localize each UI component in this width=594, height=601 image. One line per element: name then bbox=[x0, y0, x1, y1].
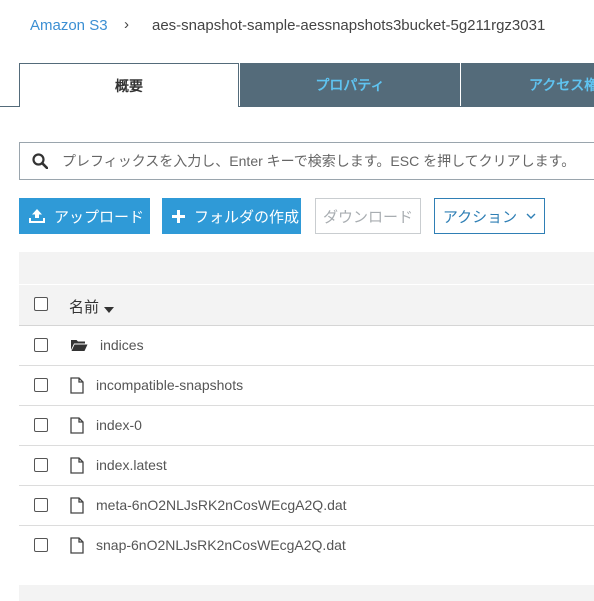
sort-down-icon bbox=[104, 300, 115, 317]
file-name-link[interactable]: index.latest bbox=[96, 457, 167, 473]
actions-dropdown-label: アクション bbox=[442, 208, 518, 226]
tabbar-divider bbox=[238, 106, 594, 107]
table-row: snap-6nO2NLJsRK2nCosWEcgA2Q.dat bbox=[19, 526, 594, 566]
file-name-link[interactable]: incompatible-snapshots bbox=[96, 377, 243, 393]
create-folder-button-label: フォルダの作成 bbox=[194, 208, 300, 226]
upload-button[interactable]: アップロード bbox=[19, 198, 150, 234]
select-all-checkbox[interactable] bbox=[34, 297, 48, 311]
tabbar-divider bbox=[0, 106, 19, 107]
upload-button-label: アップロード bbox=[54, 208, 145, 226]
row-checkbox[interactable] bbox=[34, 338, 48, 352]
create-folder-button[interactable]: フォルダの作成 bbox=[162, 198, 301, 234]
table-footer-band bbox=[19, 585, 594, 601]
row-checkbox[interactable] bbox=[34, 458, 48, 472]
table-row: meta-6nO2NLJsRK2nCosWEcgA2Q.dat bbox=[19, 486, 594, 526]
name-column-header[interactable]: 名前 bbox=[69, 296, 115, 317]
breadcrumb: Amazon S3 › aes-snapshot-sample-aessnaps… bbox=[0, 0, 594, 54]
search-box bbox=[19, 142, 594, 180]
search-input[interactable] bbox=[62, 143, 594, 179]
table-toolbar-band bbox=[19, 252, 594, 284]
search-icon bbox=[32, 153, 49, 170]
file-icon bbox=[70, 537, 84, 559]
tab-permissions[interactable]: アクセス権限 bbox=[461, 63, 594, 106]
file-name-link[interactable]: index-0 bbox=[96, 417, 142, 433]
tab-properties[interactable]: プロパティ bbox=[240, 63, 460, 106]
chevron-right-icon: › bbox=[124, 16, 129, 33]
file-name-link[interactable]: snap-6nO2NLJsRK2nCosWEcgA2Q.dat bbox=[96, 537, 346, 553]
chevron-down-icon bbox=[526, 213, 536, 220]
row-checkbox[interactable] bbox=[34, 418, 48, 432]
table-row: index-0 bbox=[19, 406, 594, 446]
table-row: indices bbox=[19, 326, 594, 366]
file-icon bbox=[70, 417, 84, 439]
file-icon bbox=[70, 497, 84, 519]
tab-overview[interactable]: 概要 bbox=[19, 63, 239, 107]
object-list: indices incompatible-snapshots index-0 i… bbox=[19, 326, 594, 566]
table-row: incompatible-snapshots bbox=[19, 366, 594, 406]
row-checkbox[interactable] bbox=[34, 538, 48, 552]
file-icon bbox=[70, 377, 84, 399]
plus-icon bbox=[172, 209, 185, 223]
actions-dropdown[interactable]: アクション bbox=[434, 198, 545, 234]
breadcrumb-current-bucket: aes-snapshot-sample-aessnapshots3bucket-… bbox=[152, 17, 546, 34]
name-column-label: 名前 bbox=[69, 299, 100, 316]
row-checkbox[interactable] bbox=[34, 498, 48, 512]
upload-icon bbox=[29, 208, 45, 224]
file-icon bbox=[70, 457, 84, 479]
folder-icon bbox=[70, 337, 88, 358]
row-checkbox[interactable] bbox=[34, 378, 48, 392]
breadcrumb-amazon-s3-link[interactable]: Amazon S3 bbox=[30, 17, 108, 34]
table-row: index.latest bbox=[19, 446, 594, 486]
folder-name-link[interactable]: indices bbox=[100, 337, 144, 353]
download-button[interactable]: ダウンロード bbox=[315, 198, 421, 234]
table-header: 名前 bbox=[19, 285, 594, 326]
file-name-link[interactable]: meta-6nO2NLJsRK2nCosWEcgA2Q.dat bbox=[96, 497, 347, 513]
